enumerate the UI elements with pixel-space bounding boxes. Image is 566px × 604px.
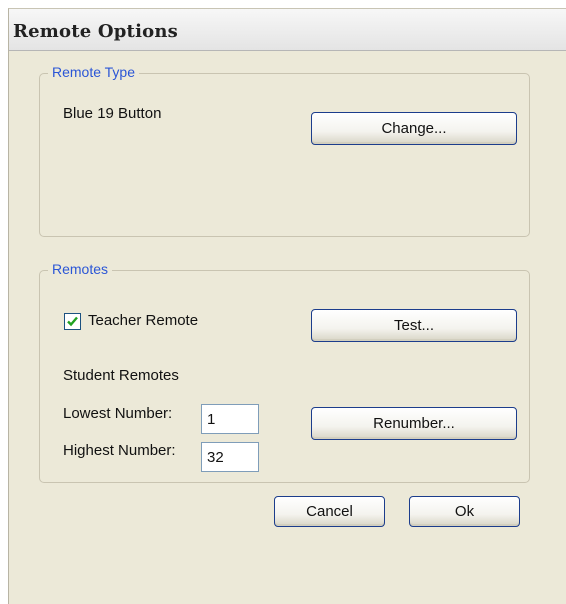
lowest-number-label: Lowest Number: — [63, 405, 173, 422]
test-button[interactable]: Test... — [311, 309, 517, 342]
dialog-title: Remote Options — [13, 21, 178, 42]
student-remotes-label: Student Remotes — [63, 367, 179, 384]
remote-type-group: Remote Type Blue 19 Button Change... — [39, 64, 530, 237]
highest-number-label: Highest Number: — [63, 442, 176, 459]
cancel-button[interactable]: Cancel — [274, 496, 385, 527]
title-bar: Remote Options — [9, 9, 566, 51]
highest-number-input[interactable]: 32 — [201, 442, 259, 472]
lowest-number-input[interactable]: 1 — [201, 404, 259, 434]
remotes-group: Remotes Teacher Remote Test... Student R… — [39, 261, 530, 483]
teacher-remote-label[interactable]: Teacher Remote — [88, 312, 198, 329]
checkmark-icon — [67, 316, 78, 327]
teacher-remote-checkbox[interactable] — [64, 313, 81, 330]
renumber-button[interactable]: Renumber... — [311, 407, 517, 440]
remote-type-legend: Remote Type — [48, 64, 140, 80]
remotes-legend: Remotes — [48, 261, 113, 277]
remote-type-value: Blue 19 Button — [63, 105, 162, 122]
change-button[interactable]: Change... — [311, 112, 517, 145]
ok-button[interactable]: Ok — [409, 496, 520, 527]
remote-options-dialog: Remote Options Remote Type Blue 19 Butto… — [8, 8, 566, 604]
